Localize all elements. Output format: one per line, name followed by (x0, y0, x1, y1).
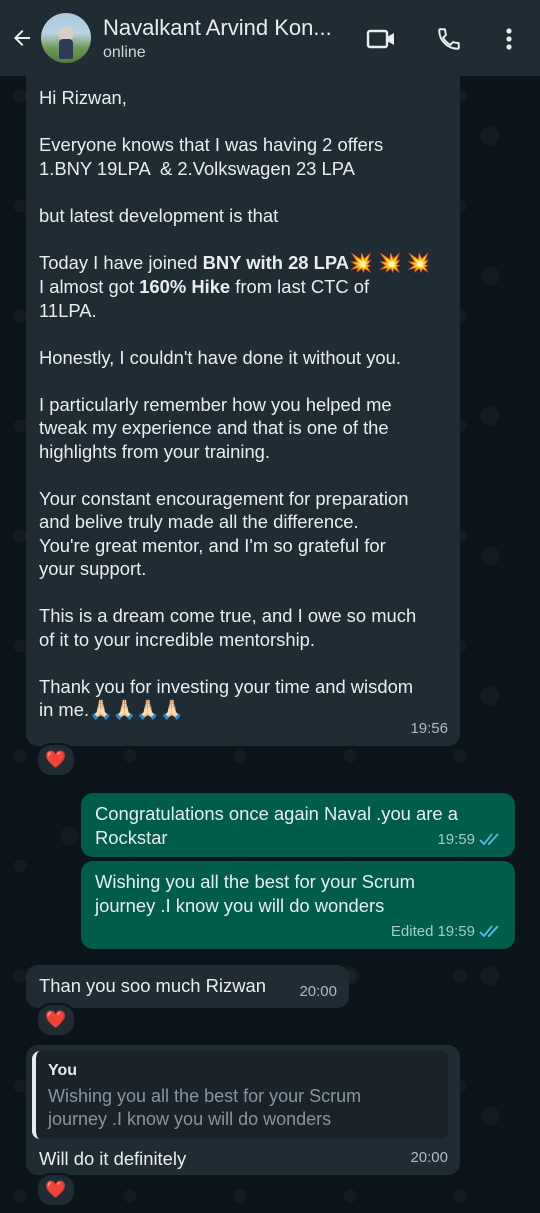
message-text: Than you soo much Rizwan (39, 975, 266, 996)
back-arrow-icon[interactable] (9, 25, 35, 51)
message-text: Hi Rizwan, Everyone knows that I was hav… (39, 87, 431, 721)
quote-text: Wishing you all the best for your Scrum … (48, 1085, 362, 1129)
message-bubble-incoming[interactable]: Hi Rizwan, Everyone knows that I was hav… (26, 76, 460, 746)
heart-reaction[interactable]: ❤️ (36, 1173, 76, 1207)
message-time: 20:00 (299, 982, 337, 1000)
message-time: 19:59 (437, 922, 475, 940)
quoted-message[interactable]: You Wishing you all the best for your Sc… (32, 1051, 448, 1139)
contact-status: online (103, 43, 146, 61)
bold-text: 160% Hike (139, 276, 231, 297)
more-options-icon[interactable] (494, 24, 524, 54)
contact-name[interactable]: Navalkant Arvind Kon... (103, 15, 353, 41)
message-time: 19:59 (437, 830, 475, 848)
edited-label: Edited (390, 922, 434, 940)
message-text: Wishing you all the best for your Scrum … (95, 871, 415, 916)
message-text: Will do it definitely (39, 1147, 187, 1169)
chat-header: Navalkant Arvind Kon... online (0, 0, 540, 76)
quote-author: You (48, 1062, 78, 1079)
message-time: 19:56 (410, 719, 448, 737)
bold-text: BNY with 28 LPA (202, 251, 350, 273)
message-time: 20:00 (410, 1148, 448, 1166)
heart-reaction[interactable]: ❤️ (36, 1003, 76, 1037)
message-bubble-incoming[interactable]: You Wishing you all the best for your Sc… (26, 1045, 460, 1175)
message-bubble-outgoing[interactable]: Wishing you all the best for your Scrum … (81, 861, 515, 949)
contact-info[interactable]: Navalkant Arvind Kon... online (103, 15, 353, 62)
collision-emoji: 💥 💥 💥 (349, 252, 431, 274)
message-meta: 19:59 (437, 828, 503, 852)
folded-hands-emoji: 🙏🏻🙏🏻🙏🏻🙏🏻 (89, 700, 184, 721)
message-meta: Edited 19:59 (391, 920, 503, 944)
read-ticks-icon (479, 833, 499, 846)
video-call-icon[interactable] (366, 24, 396, 54)
contact-avatar[interactable] (41, 13, 91, 63)
read-ticks-icon (479, 925, 499, 938)
message-meta: 20:00 (299, 980, 337, 1004)
message-bubble-incoming[interactable]: Than you soo much Rizwan 20:00 (26, 965, 349, 1008)
phone-call-icon[interactable] (434, 24, 464, 54)
message-meta: 20:00 (410, 1146, 448, 1170)
heart-reaction[interactable]: ❤️ (36, 743, 76, 777)
message-bubble-outgoing[interactable]: Congratulations once again Naval .you ar… (81, 793, 515, 857)
message-meta: 19:56 (410, 717, 448, 741)
